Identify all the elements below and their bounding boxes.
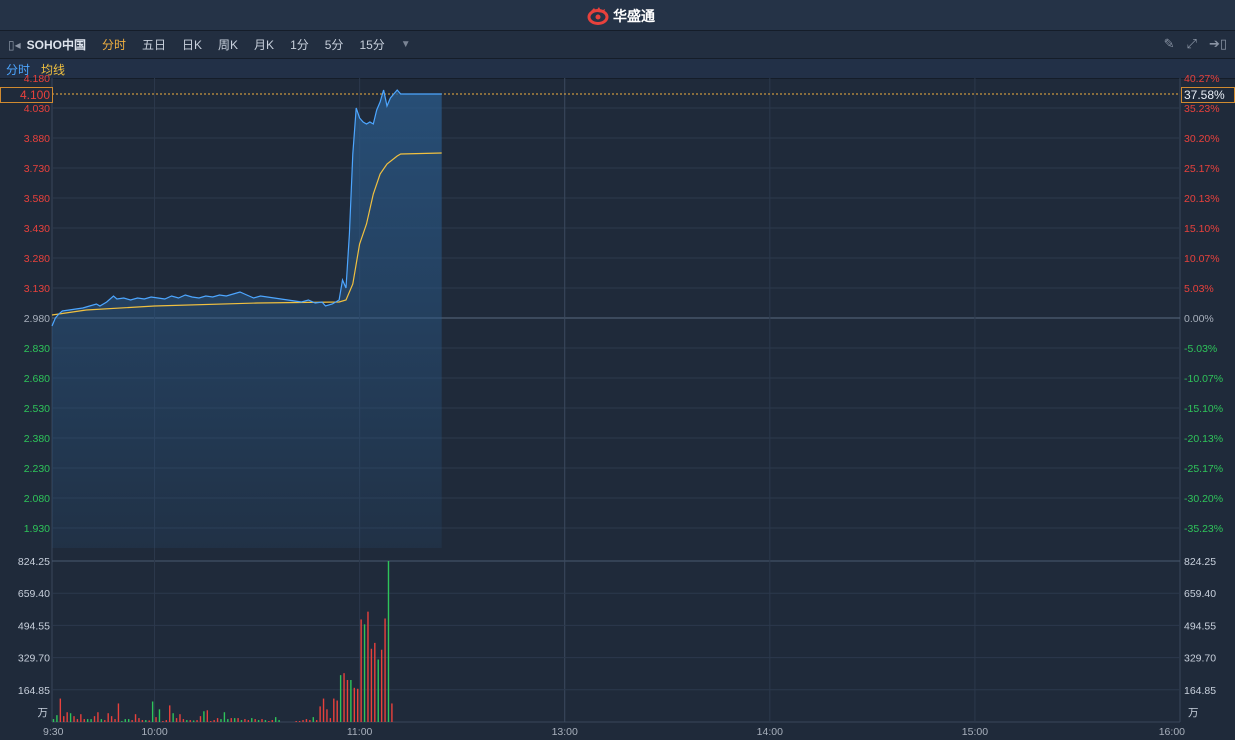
percent-tick-label: -15.10% [1184, 403, 1223, 415]
price-tick-label: 2.380 [24, 433, 50, 445]
price-tick-label: 3.130 [24, 283, 50, 295]
price-area-fill [52, 90, 442, 548]
price-tick-label: 2.980 [24, 313, 50, 325]
price-tick-label: 2.530 [24, 403, 50, 415]
volume-tick-label-right: 494.55 [1184, 620, 1216, 632]
percent-tick-label: -5.03% [1184, 343, 1217, 355]
percent-tick-label: -20.13% [1184, 433, 1223, 445]
percent-tick-label: -10.07% [1184, 373, 1223, 385]
time-tick-label: 15:00 [962, 726, 988, 738]
percent-tick-label: 5.03% [1184, 283, 1214, 295]
volume-tick-label-right: 164.85 [1184, 685, 1216, 697]
volume-unit-label: 万 [38, 707, 49, 719]
percent-tick-label: -25.17% [1184, 463, 1223, 475]
percent-tick-label: 10.07% [1184, 253, 1220, 265]
percent-tick-label: 35.23% [1184, 103, 1220, 115]
price-tick-label: 2.230 [24, 463, 50, 475]
volume-tick-label-right: 659.40 [1184, 588, 1216, 600]
price-tick-label: 3.880 [24, 133, 50, 145]
current-percent-tag: 37.58% [1181, 87, 1235, 103]
volume-tick-label: 494.55 [18, 620, 50, 632]
price-tick-label: 2.830 [24, 343, 50, 355]
price-tick-label: 4.030 [24, 103, 50, 115]
price-tick-label: 3.580 [24, 193, 50, 205]
volume-tick-label: 824.25 [18, 556, 50, 568]
percent-tick-label: 15.10% [1184, 223, 1220, 235]
price-tick-label: 2.080 [24, 493, 50, 505]
volume-tick-label: 164.85 [18, 685, 50, 697]
time-tick-label: 11:00 [347, 726, 373, 738]
price-tick-label: 3.730 [24, 163, 50, 175]
time-tick-label: 16:00 [1159, 726, 1185, 738]
volume-unit-label-right: 万 [1188, 707, 1199, 719]
time-tick-label: 9:30 [43, 726, 64, 738]
price-tick-label: 2.680 [24, 373, 50, 385]
volume-tick-label-right: 329.70 [1184, 653, 1216, 665]
time-tick-label: 10:00 [141, 726, 167, 738]
percent-tick-label: -35.23% [1184, 523, 1223, 535]
time-tick-label: 14:00 [757, 726, 783, 738]
current-price-tag: 4.100 [0, 87, 53, 103]
percent-tick-label: 30.20% [1184, 133, 1220, 145]
percent-tick-label: 40.27% [1184, 73, 1220, 85]
price-tick-label: 4.180 [24, 73, 50, 85]
price-tick-label: 1.930 [24, 523, 50, 535]
price-tick-label: 3.430 [24, 223, 50, 235]
time-tick-label: 13:00 [552, 726, 578, 738]
price-tick-label: 3.280 [24, 253, 50, 265]
percent-tick-label: 0.00% [1184, 313, 1214, 325]
intraday-chart: 4.180 40.27% 4.030 35.23% 3.880 30.20% 3.730 25… [18, 73, 1223, 738]
percent-tick-label: 20.13% [1184, 193, 1220, 205]
volume-tick-label-right: 824.25 [1184, 556, 1216, 568]
volume-tick-label: 659.40 [18, 588, 50, 600]
volume-tick-label: 329.70 [18, 653, 50, 665]
percent-tick-label: 25.17% [1184, 163, 1220, 175]
percent-tick-label: -30.20% [1184, 493, 1223, 505]
